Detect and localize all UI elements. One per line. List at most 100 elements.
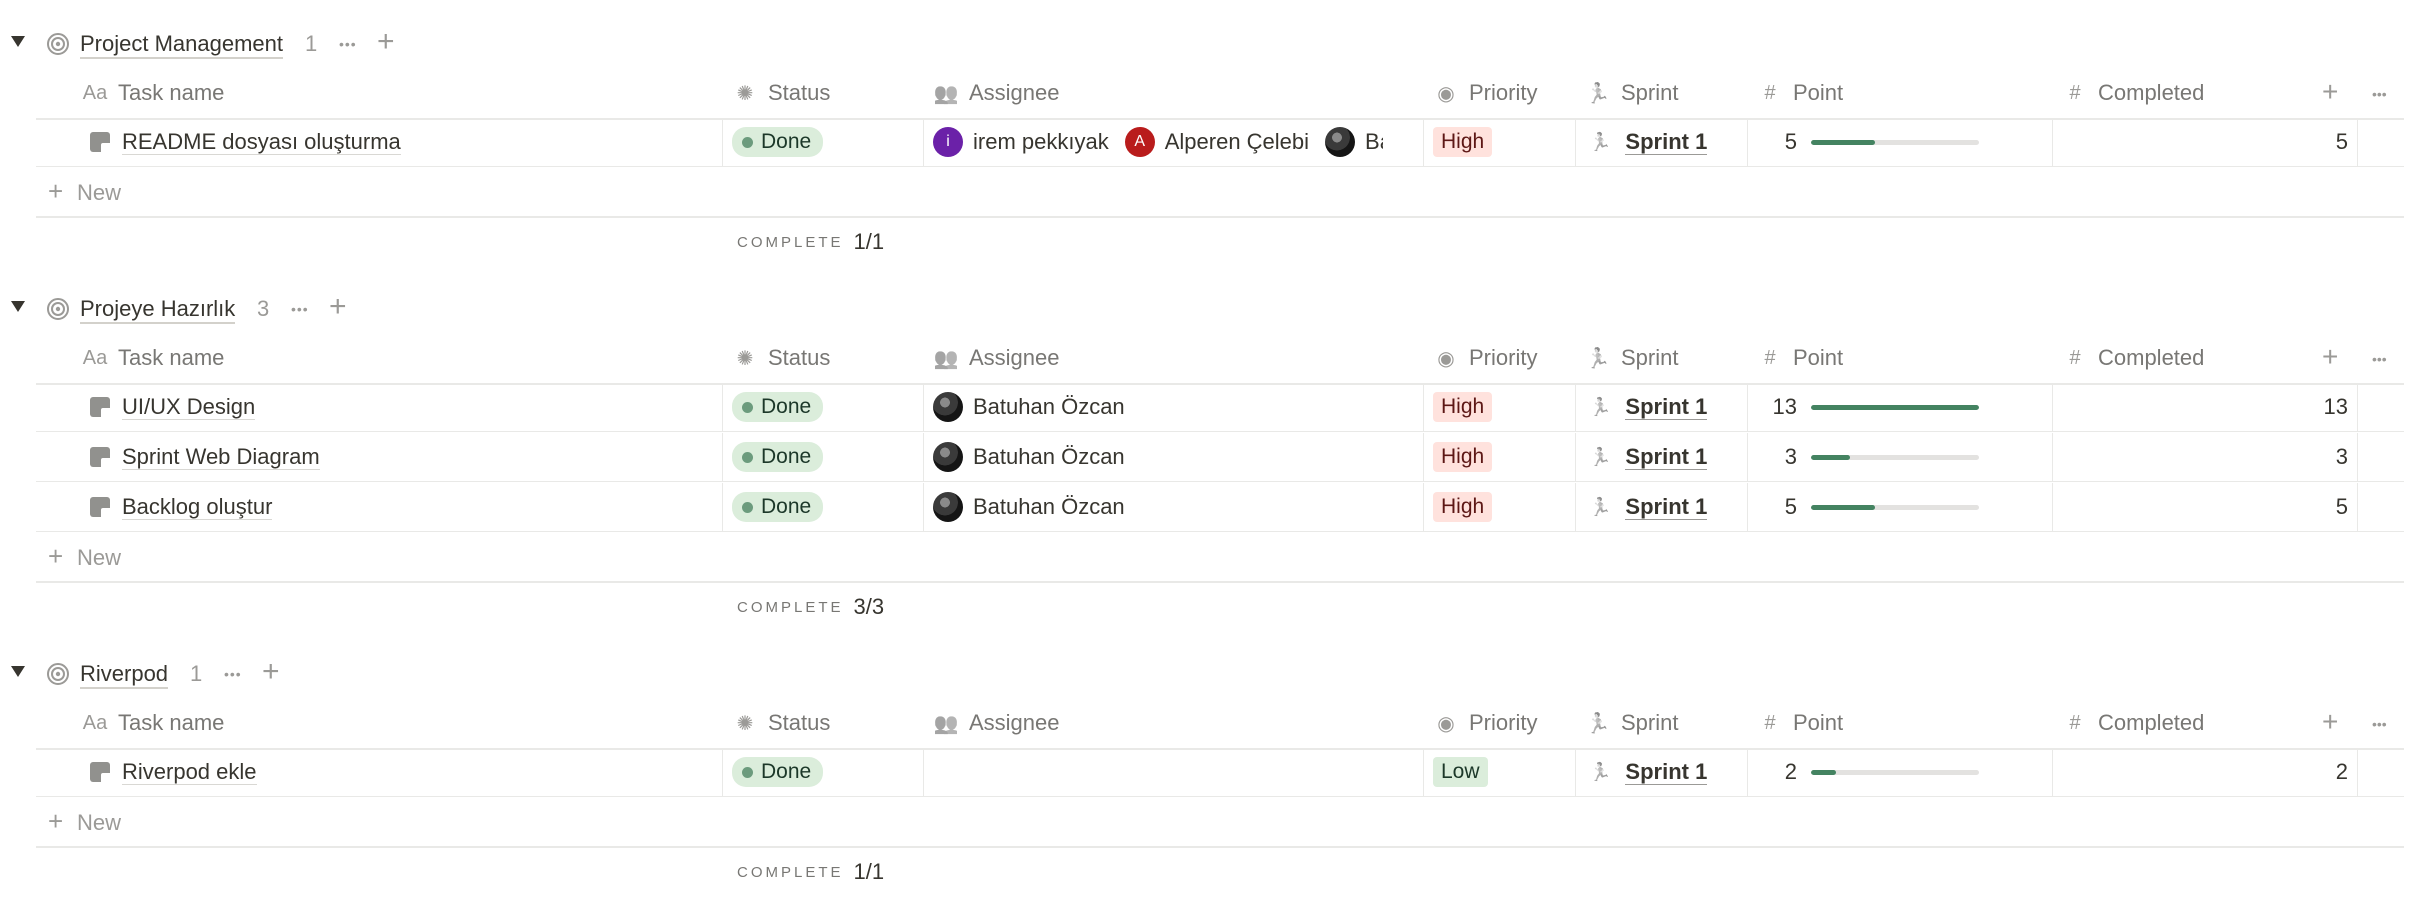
completed-cell[interactable]: 13 xyxy=(2052,383,2348,431)
completed-cell[interactable]: 5 xyxy=(2052,483,2348,531)
column-header-task-name[interactable]: Aa Task name xyxy=(82,698,225,748)
table-row[interactable]: Sprint Web Diagram Done Batuhan Özcan High 🏃… xyxy=(36,433,2404,482)
task-name-cell[interactable]: Riverpod ekle xyxy=(90,748,257,796)
new-row-button[interactable]: + New xyxy=(36,798,2404,848)
sprint-cell[interactable]: 🏃 Sprint 1 xyxy=(1589,118,1708,166)
table-row[interactable]: Backlog oluştur Done Batuhan Özcan High 🏃 Spr… xyxy=(36,483,2404,532)
column-header-status[interactable]: ✺ Status xyxy=(732,333,831,383)
status-cell[interactable]: Done xyxy=(732,383,824,431)
table-row[interactable]: UI/UX Design Done Batuhan Özcan High 🏃 Sprint… xyxy=(36,383,2404,432)
more-options-icon[interactable]: ••• xyxy=(224,666,242,682)
add-property-icon[interactable]: + xyxy=(2322,706,2338,738)
completed-cell[interactable]: 3 xyxy=(2052,433,2348,481)
sprint-link[interactable]: Sprint 1 xyxy=(1625,494,1708,520)
column-header-sprint[interactable]: 🏃 Sprint xyxy=(1585,698,1679,748)
collapse-toggle-icon[interactable] xyxy=(11,36,25,47)
status-cell[interactable]: Done xyxy=(732,118,824,166)
assignee-cell[interactable]: Batuhan Özcan xyxy=(933,383,1383,431)
task-name[interactable]: Sprint Web Diagram xyxy=(122,444,320,470)
group-title[interactable]: Riverpod xyxy=(80,661,169,689)
priority-cell[interactable]: Low xyxy=(1433,748,1488,796)
task-name[interactable]: Riverpod ekle xyxy=(122,759,257,785)
point-cell[interactable]: 5 xyxy=(1757,118,1979,166)
column-header-sprint[interactable]: 🏃 Sprint xyxy=(1585,68,1679,118)
collapse-toggle-icon[interactable] xyxy=(11,666,25,677)
calculation-footer[interactable]: COMPLETE 1/1 xyxy=(737,218,884,266)
column-header-status[interactable]: ✺ Status xyxy=(732,68,831,118)
cell-divider xyxy=(1747,118,1748,166)
priority-cell[interactable]: High xyxy=(1433,118,1493,166)
add-property-icon[interactable]: + xyxy=(2322,76,2338,108)
more-options-icon[interactable]: ••• xyxy=(2372,351,2387,367)
sprint-link[interactable]: Sprint 1 xyxy=(1625,444,1708,470)
assignee-cell[interactable] xyxy=(933,748,1383,796)
new-row-button[interactable]: + New xyxy=(36,168,2404,218)
sprint-link[interactable]: Sprint 1 xyxy=(1625,129,1708,155)
priority-cell[interactable]: High xyxy=(1433,483,1493,531)
point-cell[interactable]: 13 xyxy=(1757,383,1979,431)
calc-label: COMPLETE xyxy=(737,863,844,881)
status-cell[interactable]: Done xyxy=(732,483,824,531)
new-row-button[interactable]: + New xyxy=(36,533,2404,583)
group-title[interactable]: Project Management xyxy=(80,31,283,59)
task-name[interactable]: README dosyası oluşturma xyxy=(122,129,401,155)
sprint-cell[interactable]: 🏃 Sprint 1 xyxy=(1589,483,1708,531)
column-header-point[interactable]: # Point xyxy=(1757,698,1843,748)
completed-cell[interactable]: 5 xyxy=(2052,118,2348,166)
task-name[interactable]: Backlog oluştur xyxy=(122,494,273,520)
sprint-link[interactable]: Sprint 1 xyxy=(1625,394,1708,420)
group-title[interactable]: Projeye Hazırlık xyxy=(80,296,236,324)
more-options-icon[interactable]: ••• xyxy=(2372,86,2387,102)
add-property-icon[interactable]: + xyxy=(2322,341,2338,373)
collapse-toggle-icon[interactable] xyxy=(11,301,25,312)
completed-cell[interactable]: 2 xyxy=(2052,748,2348,796)
task-name-cell[interactable]: Backlog oluştur xyxy=(90,483,273,531)
point-cell[interactable]: 3 xyxy=(1757,433,1979,481)
column-header-assignee[interactable]: 👥 Assignee xyxy=(933,698,1060,748)
status-cell[interactable]: Done xyxy=(732,433,824,481)
assignee-cell[interactable]: Batuhan Özcan xyxy=(933,483,1383,531)
priority-cell[interactable]: High xyxy=(1433,383,1493,431)
more-options-icon[interactable]: ••• xyxy=(2372,716,2387,732)
column-header-completed[interactable]: # Completed xyxy=(2062,68,2204,118)
calculation-footer[interactable]: COMPLETE 1/1 xyxy=(737,848,884,896)
sprint-cell[interactable]: 🏃 Sprint 1 xyxy=(1589,433,1708,481)
sprint-link[interactable]: Sprint 1 xyxy=(1625,759,1708,785)
priority-cell[interactable]: High xyxy=(1433,433,1493,481)
status-loader-icon: ✺ xyxy=(736,82,754,105)
column-header-assignee[interactable]: 👥 Assignee xyxy=(933,333,1060,383)
status-cell[interactable]: Done xyxy=(732,748,824,796)
assignee-cell[interactable]: i irem pekkıyak A Alperen Çelebi Batuh xyxy=(933,118,1383,166)
add-item-icon[interactable]: + xyxy=(262,655,280,689)
column-header-task-name[interactable]: Aa Task name xyxy=(82,68,225,118)
task-name-cell[interactable]: Sprint Web Diagram xyxy=(90,433,320,481)
more-options-icon[interactable]: ••• xyxy=(291,301,309,317)
column-header-completed[interactable]: # Completed xyxy=(2062,698,2204,748)
column-header-priority[interactable]: ◉ Priority xyxy=(1433,698,1537,748)
column-header-sprint[interactable]: 🏃 Sprint xyxy=(1585,333,1679,383)
group-count: 1 xyxy=(305,31,318,56)
column-header-task-name[interactable]: Aa Task name xyxy=(82,333,225,383)
task-name[interactable]: UI/UX Design xyxy=(122,394,256,420)
table-row[interactable]: Riverpod ekle Done Low 🏃 Sprint 1 2 2 xyxy=(36,748,2404,797)
column-header-status[interactable]: ✺ Status xyxy=(732,698,831,748)
column-header-completed[interactable]: # Completed xyxy=(2062,333,2204,383)
column-header-point[interactable]: # Point xyxy=(1757,68,1843,118)
add-item-icon[interactable]: + xyxy=(377,25,395,59)
sprint-cell[interactable]: 🏃 Sprint 1 xyxy=(1589,748,1708,796)
point-cell[interactable]: 2 xyxy=(1757,748,1979,796)
add-item-icon[interactable]: + xyxy=(329,290,347,324)
point-cell[interactable]: 5 xyxy=(1757,483,1979,531)
task-name-cell[interactable]: UI/UX Design xyxy=(90,383,256,431)
task-name-cell[interactable]: README dosyası oluşturma xyxy=(90,118,401,166)
sprint-cell[interactable]: 🏃 Sprint 1 xyxy=(1589,383,1708,431)
calculation-footer[interactable]: COMPLETE 3/3 xyxy=(737,583,884,631)
table-row[interactable]: README dosyası oluşturma Done i irem pekkıy… xyxy=(36,118,2404,167)
column-header-point[interactable]: # Point xyxy=(1757,333,1843,383)
column-header-assignee[interactable]: 👥 Assignee xyxy=(933,68,1060,118)
assignee-cell[interactable]: Batuhan Özcan xyxy=(933,433,1383,481)
column-header-priority[interactable]: ◉ Priority xyxy=(1433,68,1537,118)
more-options-icon[interactable]: ••• xyxy=(339,36,357,52)
column-header-priority[interactable]: ◉ Priority xyxy=(1433,333,1537,383)
column-header-label: Task name xyxy=(118,345,225,370)
